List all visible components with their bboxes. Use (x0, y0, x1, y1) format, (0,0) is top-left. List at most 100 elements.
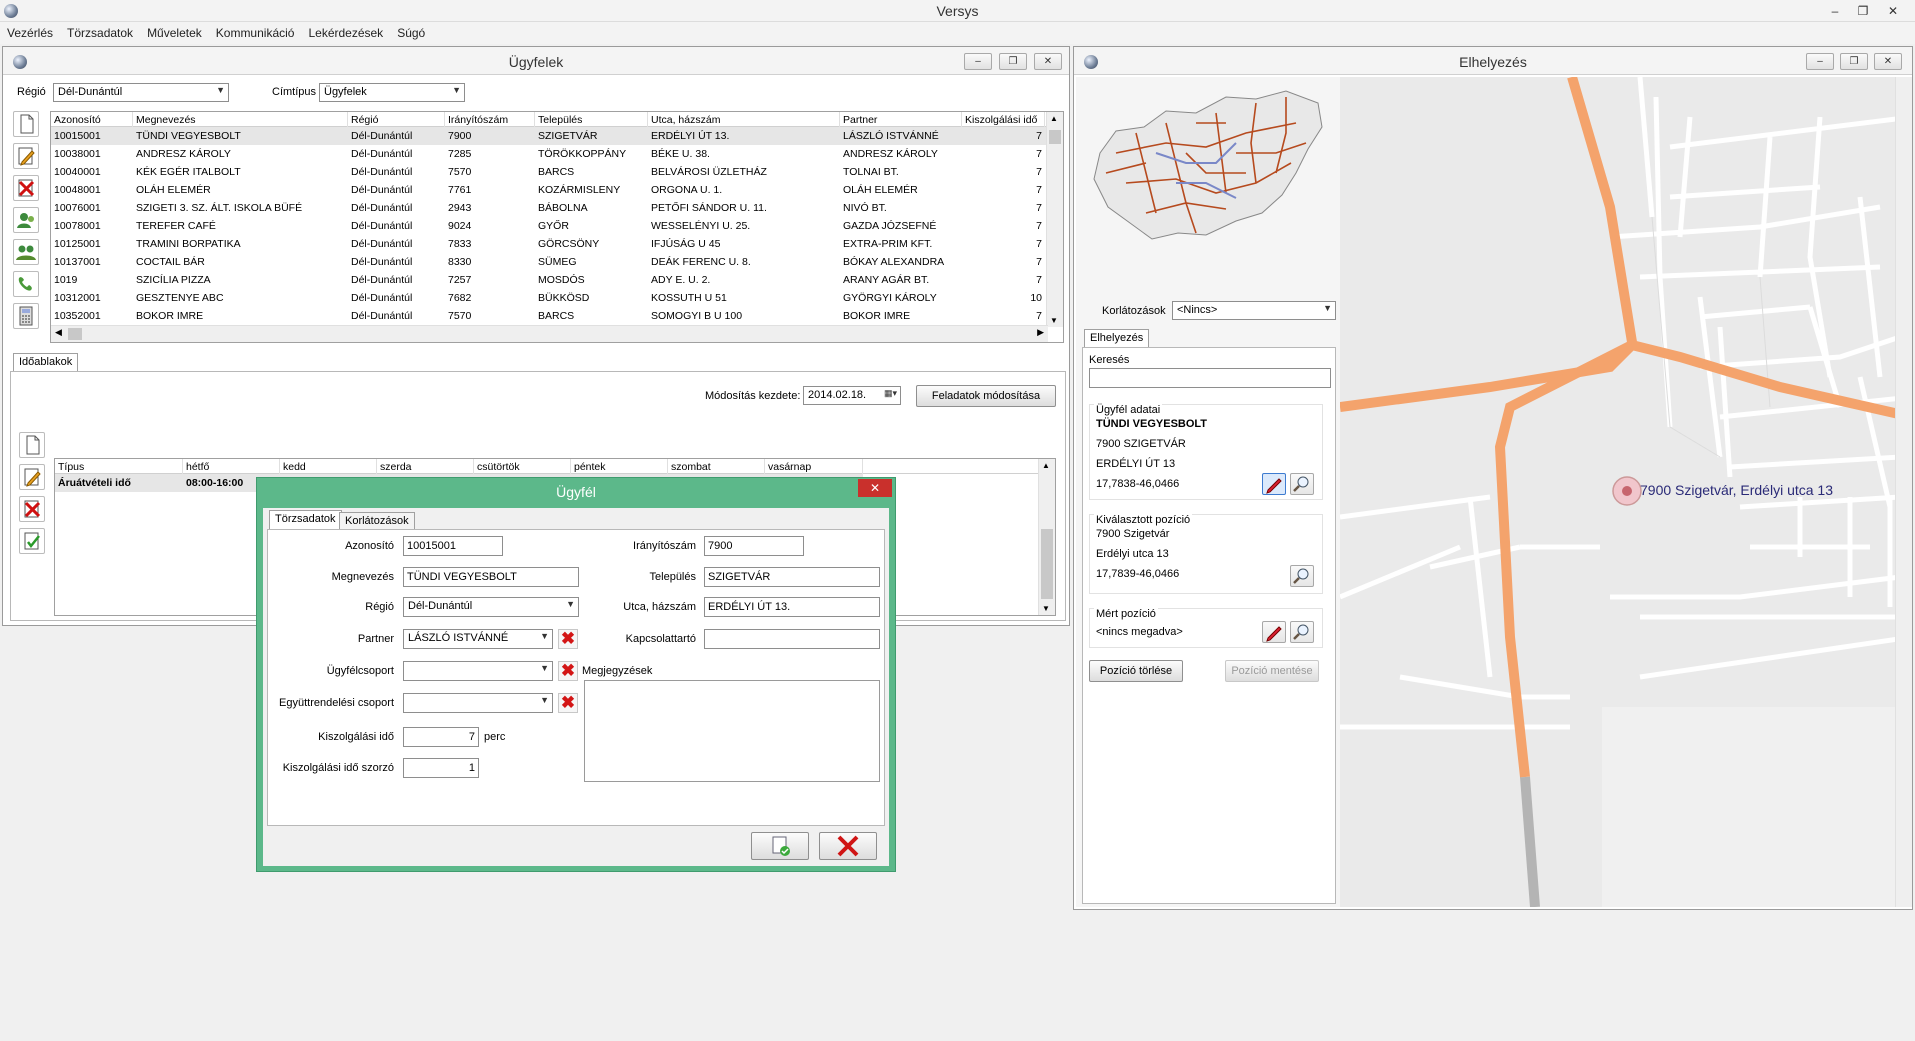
tab-elhelyezes[interactable]: Elhelyezés (1084, 329, 1150, 348)
customer-edit-button[interactable] (1262, 473, 1286, 495)
time-column-header[interactable]: hétfő (183, 459, 280, 474)
region-select[interactable]: Dél-Dunántúl ▼ (53, 83, 229, 102)
tab-idoablakok[interactable]: Időablakok (13, 353, 79, 372)
menu-vezerles[interactable]: Vezérlés (0, 22, 60, 40)
partner-add-button[interactable] (13, 207, 39, 233)
modify-tasks-button[interactable]: Feladatok módosítása (916, 385, 1056, 407)
time-grid-vscroll[interactable]: ▲ ▼ (1038, 459, 1055, 615)
street-map[interactable]: 7900 Szigetvár, Erdélyi utca 13 (1340, 77, 1912, 907)
time-check-button[interactable] (19, 528, 45, 554)
measured-edit-button[interactable] (1262, 621, 1286, 643)
save-position-button[interactable]: Pozíció mentése (1225, 660, 1319, 682)
time-column-header[interactable]: szombat (668, 459, 765, 474)
regio-select[interactable]: Dél-Dunántúl ▼ (403, 597, 579, 617)
ugyfelek-close-button[interactable]: ✕ (1034, 53, 1062, 70)
search-input[interactable] (1089, 368, 1331, 388)
ugyfelcsoport-clear-button[interactable]: ✖ (558, 661, 578, 681)
column-header[interactable]: Régió (348, 112, 445, 127)
menu-bar: Vezérlés Törzsadatok Műveletek Kommunikáció… (0, 22, 1915, 44)
time-column-header[interactable]: kedd (280, 459, 377, 474)
ugyfelek-minimize-button[interactable]: – (964, 53, 992, 70)
delete-button[interactable] (13, 175, 39, 201)
customer-zoom-button[interactable] (1290, 473, 1314, 495)
megnevezes-field[interactable]: TÜNDI VEGYESBOLT (403, 567, 579, 587)
table-cell: 7 (1036, 166, 1042, 178)
column-header[interactable]: Utca, házszám (648, 112, 840, 127)
megjegyzesek-textarea[interactable] (584, 680, 880, 782)
dialog-cancel-button[interactable] (819, 832, 877, 860)
table-row[interactable]: 10048001 OLÁH ELEMÉR Dél-Dunántúl 7761 KOZÁR… (51, 181, 1048, 199)
tab-torzsadatok[interactable]: Törzsadatok (269, 510, 342, 529)
menu-muveletek[interactable]: Műveletek (140, 22, 209, 40)
column-header[interactable]: Azonosító (51, 112, 133, 127)
dialog-save-button[interactable] (751, 832, 809, 860)
time-edit-button[interactable] (19, 464, 45, 490)
delete-position-button[interactable]: Pozíció törlése (1089, 660, 1183, 682)
table-row[interactable]: 10038001 ANDRESZ KÁROLY Dél-Dunántúl 7285 TÖ… (51, 145, 1048, 163)
column-header[interactable]: Megnevezés (133, 112, 348, 127)
azonosito-field[interactable]: 10015001 (403, 536, 503, 556)
restrictions-select[interactable]: <Nincs> ▼ (1172, 301, 1336, 320)
customer-grid-vscroll[interactable]: ▲ ▼ (1046, 112, 1063, 327)
menu-sugo[interactable]: Súgó (390, 22, 432, 40)
phone-button[interactable] (13, 271, 39, 297)
telepules-field[interactable]: SZIGETVÁR (704, 567, 880, 587)
elhelyezes-close-button[interactable]: ✕ (1874, 53, 1902, 70)
menu-torzsadatok[interactable]: Törzsadatok (60, 22, 140, 40)
app-restore-button[interactable]: ❐ (1850, 3, 1876, 19)
elhelyezes-minimize-button[interactable]: – (1806, 53, 1834, 70)
selected-position-group: Kiválasztott pozíció 7900 Szigetvár Erdé… (1089, 514, 1323, 594)
table-row[interactable]: 1019 SZICÍLIA PIZZA Dél-Dunántúl 7257 MOSDÓS… (51, 271, 1048, 289)
map-vscroll[interactable] (1895, 77, 1912, 907)
iranyitoszam-field[interactable]: 7900 (704, 536, 804, 556)
utca-field[interactable]: ERDÉLYI ÚT 13. (704, 597, 880, 617)
table-row[interactable]: 10125001 TRAMINI BORPATIKA Dél-Dunántúl 783… (51, 235, 1048, 253)
column-header[interactable]: Település (535, 112, 648, 127)
time-column-header[interactable]: szerda (377, 459, 474, 474)
time-column-header[interactable]: vasárnap (765, 459, 863, 474)
table-row[interactable]: 10040001 KÉK EGÉR ITALBOLT Dél-Dunántúl 757… (51, 163, 1048, 181)
new-document-button[interactable] (13, 111, 39, 137)
time-new-button[interactable] (19, 432, 45, 458)
egyuttrendelesi-label: Együttrendelési csoport (279, 697, 394, 709)
time-delete-button[interactable] (19, 496, 45, 522)
column-header[interactable]: Kiszolgálási idő (962, 112, 1045, 127)
selected-zoom-button[interactable] (1290, 565, 1314, 587)
time-column-header[interactable]: péntek (571, 459, 668, 474)
app-minimize-button[interactable]: – (1822, 3, 1848, 19)
customer-grid-hscroll[interactable]: ◀ ▶ (51, 325, 1048, 342)
table-row[interactable]: 10137001 COCTAIL BÁR Dél-Dunántúl 8330 SÜMEG… (51, 253, 1048, 271)
modification-date-picker[interactable]: 2014.02.18. ▦▾ (803, 386, 901, 405)
ugyfelek-restore-button[interactable]: ❐ (999, 53, 1027, 70)
egyuttrendelesi-select[interactable]: ▼ (403, 693, 553, 713)
table-row[interactable]: 10078001 TEREFER CAFÉ Dél-Dunántúl 9024 GYŐR… (51, 217, 1048, 235)
menu-kommunikacio[interactable]: Kommunikáció (209, 22, 302, 40)
group-button[interactable] (13, 239, 39, 265)
partner-clear-button[interactable]: ✖ (558, 629, 578, 649)
tab-korlatozasok[interactable]: Korlátozások (339, 512, 415, 530)
column-header[interactable]: Partner (840, 112, 962, 127)
table-row[interactable]: 10352001 BOKOR IMRE Dél-Dunántúl 7570 BARCS S… (51, 307, 1048, 325)
kapcsolattarto-field[interactable] (704, 629, 880, 649)
szorzo-field[interactable]: 1 (403, 758, 479, 778)
elhelyezes-restore-button[interactable]: ❐ (1840, 53, 1868, 70)
table-row[interactable]: 10312001 GESZTENYE ABC Dél-Dunántúl 7682 BÜK… (51, 289, 1048, 307)
customer-city: 7900 SZIGETVÁR (1096, 438, 1186, 450)
time-column-header[interactable]: csütörtök (474, 459, 571, 474)
partner-select[interactable]: LÁSZLÓ ISTVÁNNÉ ▼ (403, 629, 553, 649)
app-close-button[interactable]: ✕ (1880, 3, 1906, 19)
hungary-overview-map[interactable] (1086, 83, 1336, 253)
time-column-header[interactable]: Típus (55, 459, 183, 474)
kiszolgalasi-ido-field[interactable]: 7 (403, 727, 479, 747)
egyuttrendelesi-clear-button[interactable]: ✖ (558, 693, 578, 713)
dialog-close-button[interactable]: ✕ (858, 479, 892, 497)
table-row[interactable]: 10076001 SZIGETI 3. SZ. ÁLT. ISKOLA BÜFÉ D… (51, 199, 1048, 217)
ugyfelcsoport-select[interactable]: ▼ (403, 661, 553, 681)
table-row[interactable]: 10015001 TÜNDI VEGYESBOLT Dél-Dunántúl 7900… (51, 127, 1048, 145)
column-header[interactable]: Irányítószám (445, 112, 535, 127)
edit-button[interactable] (13, 143, 39, 169)
calculator-button[interactable] (13, 303, 39, 329)
measured-zoom-button[interactable] (1290, 621, 1314, 643)
menu-lekerdezesek[interactable]: Lekérdezések (301, 22, 390, 40)
address-type-select[interactable]: Ügyfelek ▼ (319, 83, 465, 102)
